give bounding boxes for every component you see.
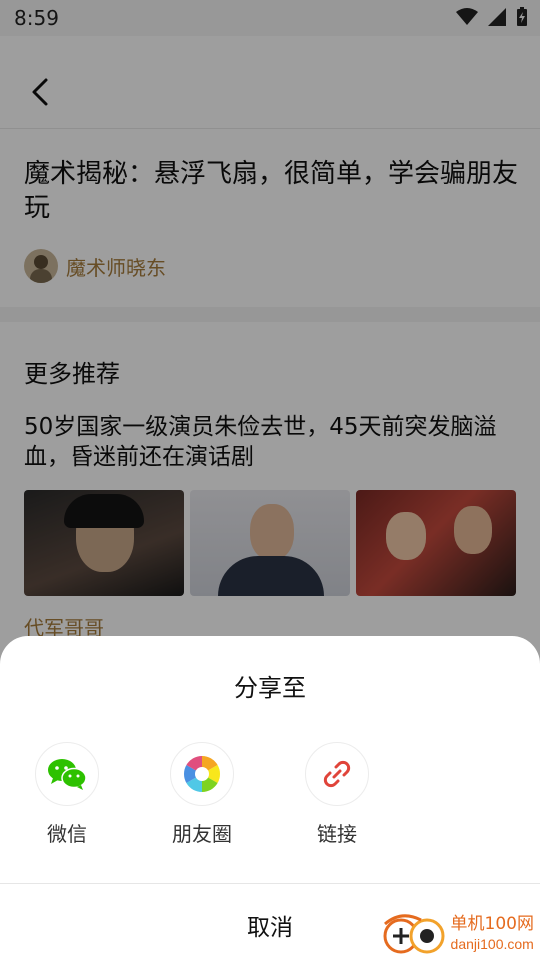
watermark-logo [383, 914, 445, 954]
moments-icon[interactable] [170, 742, 234, 806]
share-wechat-button[interactable]: 微信 [17, 742, 117, 847]
watermark-en: danji100.com [450, 936, 534, 952]
share-option-label: 朋友圈 [172, 822, 232, 846]
wechat-icon[interactable] [35, 742, 99, 806]
share-moments-button[interactable]: 朋友圈 [152, 742, 252, 847]
watermark-cn: 单机100网 [450, 914, 534, 934]
share-sheet-title: 分享至 [234, 674, 306, 702]
watermark-text: 单机100网 danji100.com [451, 914, 534, 954]
watermark: 单机100网 danji100.com [381, 912, 534, 956]
share-option-label: 链接 [317, 822, 357, 846]
link-icon[interactable] [305, 742, 369, 806]
divider [0, 883, 540, 884]
share-option-label: 微信 [47, 822, 87, 846]
share-link-button[interactable]: 链接 [287, 742, 387, 847]
